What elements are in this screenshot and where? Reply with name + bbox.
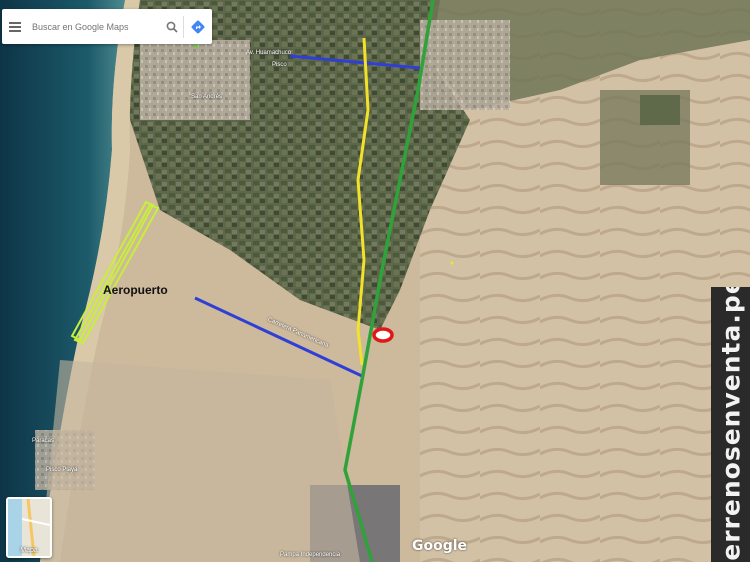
street-label-3: San Andrés [191, 94, 223, 100]
magnifier-icon [166, 21, 178, 33]
bottom-center-label: Pampa Independencia [280, 552, 341, 558]
search-input[interactable] [28, 10, 161, 43]
airport-label: Aeropuerto [103, 283, 168, 297]
street-label-2: Pisco [272, 62, 287, 68]
watermark-banner: terrenosenventa.pe [711, 287, 750, 562]
search-bar [2, 9, 212, 44]
location-marker [372, 327, 394, 343]
satellite-map[interactable] [0, 0, 750, 562]
search-button[interactable] [161, 9, 183, 44]
town-label-bottom2: Paracas [32, 438, 55, 444]
watermark-text: terrenosenventa.pe [716, 287, 745, 562]
hamburger-menu-icon [9, 21, 21, 32]
google-logo: Google [412, 538, 468, 554]
map-type-label: Mapa [20, 547, 38, 554]
map-type-toggle[interactable]: Mapa [6, 497, 52, 558]
menu-button[interactable] [2, 9, 28, 44]
directions-arrow-icon [191, 20, 205, 33]
town-label-bottom: Pisco Playa [46, 467, 78, 473]
directions-button[interactable] [184, 9, 212, 44]
street-label-1: Av. Huamachuco [246, 50, 292, 56]
